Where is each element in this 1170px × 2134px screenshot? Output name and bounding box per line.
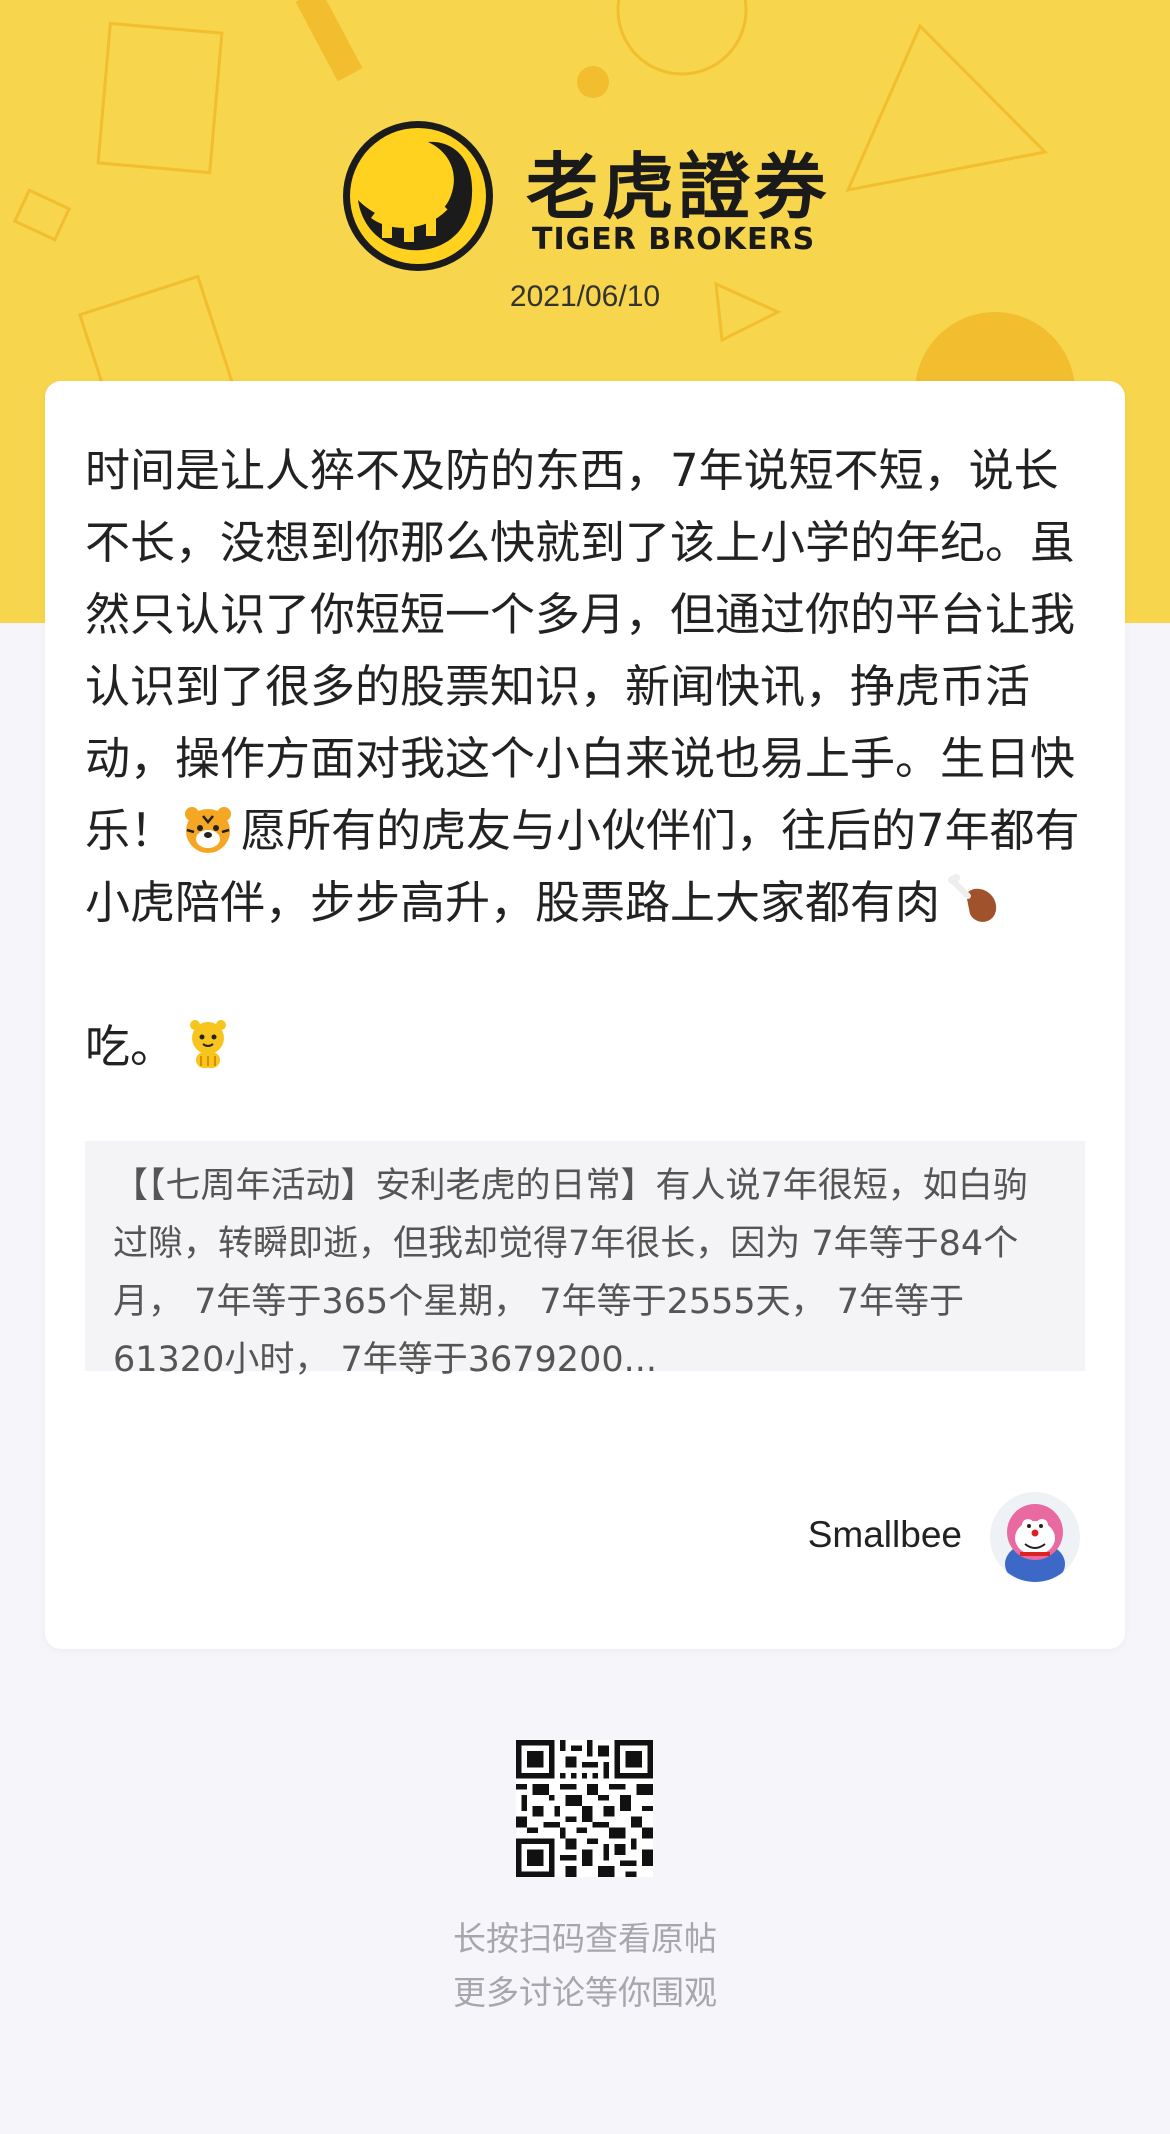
brand-name-chinese: 老虎證券	[526, 145, 831, 229]
footer-scan-hint: 长按扫码查看原帖	[453, 1919, 717, 1958]
tiger-mascot-icon	[190, 1020, 227, 1068]
chicken-leg-icon	[948, 874, 997, 922]
shared-post-quote[interactable]: 【【七周年活动】安利老虎的日常】有人说7年很短，如白驹过隙，转瞬即逝，但我却觉得…	[85, 1141, 1085, 1380]
post-text-part3: 吃。	[85, 1020, 176, 1073]
post-card: 时间是让人猝不及防的东西，7年说短不短，说长不长，没想到你那么快就到了该上小学的…	[45, 381, 1125, 1649]
shared-post-text: 【【七周年活动】安利老虎的日常】有人说7年很短，如白驹过隙，转瞬即逝，但我却觉得…	[113, 1166, 1028, 1380]
avatar	[990, 1492, 1080, 1582]
brand-name-english: TIGER BROKERS	[532, 222, 816, 257]
footer-discuss-hint: 更多讨论等你围观	[453, 1973, 717, 2012]
post-text-part1: 时间是让人猝不及防的东西，7年说短不短，说长不长，没想到你那么快就到了该上小学的…	[85, 444, 1076, 857]
qr-code[interactable]	[516, 1740, 653, 1877]
tiger-brokers-logo-icon	[343, 121, 493, 271]
tiger-face-icon	[185, 807, 232, 853]
post-date: 2021/06/10	[509, 280, 661, 313]
post-body: 时间是让人猝不及防的东西，7年说短不短，说长不长，没想到你那么快就到了该上小学的…	[85, 435, 1085, 1083]
author-name: Smallbee	[807, 1514, 962, 1555]
